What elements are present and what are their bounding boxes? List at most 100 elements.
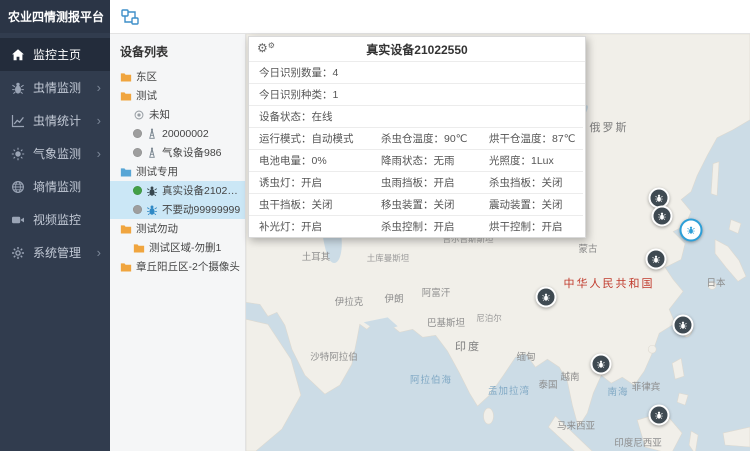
status-dot — [133, 186, 142, 195]
popup-stat-row: 今日识别种类：1 — [249, 83, 585, 105]
device-marker[interactable] — [649, 405, 670, 426]
sidebar-item-label: 监控主页 — [33, 46, 81, 63]
sidebar-item-home[interactable]: 监控主页 — [0, 38, 110, 71]
sun-icon — [11, 147, 25, 161]
popup-status-cell: 运行模式：自动模式 — [249, 127, 371, 149]
tree-label: 东区 — [136, 69, 157, 84]
sidebar-item-weather[interactable]: 气象监测 › — [0, 137, 110, 170]
status-dot — [133, 148, 142, 157]
sidebar-item-label: 视频监控 — [33, 211, 81, 228]
video-icon — [11, 213, 25, 227]
tree-label: 20000002 — [162, 128, 209, 140]
device-info-popup: ⚙⚙ 真实设备21022550 今日识别数量：4今日识别种类：1设备状态：在线 … — [248, 36, 586, 238]
popup-status-cell: 补光灯：开启 — [249, 215, 371, 237]
sidebar-item-system[interactable]: 系统管理 › — [0, 236, 110, 269]
popup-status-cell: 烘干控制：开启 — [479, 215, 583, 237]
tree-group[interactable]: 测试勿动 — [110, 219, 245, 238]
tree-device[interactable]: 真实设备21022550 — [110, 181, 245, 200]
tree-label: 未知 — [149, 107, 170, 122]
tree-group[interactable]: 章丘阳丘区-2个摄像头 — [110, 257, 245, 276]
content: 设备列表 东区测试未知20000002气象设备986测试专用真实设备210225… — [110, 34, 750, 451]
tree-group[interactable]: 测试 — [110, 86, 245, 105]
tree-label: 测试勿动 — [136, 221, 178, 236]
tree-label: 测试区域-勿删1 — [149, 240, 221, 255]
station-icon — [146, 147, 158, 159]
settings-gears-icon[interactable]: ⚙⚙ — [257, 40, 275, 57]
topbar — [110, 0, 750, 34]
chevron-right-icon: › — [97, 114, 101, 127]
sidebar-item-stats[interactable]: 虫情统计 › — [0, 104, 110, 137]
tree-group[interactable]: 东区 — [110, 67, 245, 86]
bug-icon — [146, 204, 158, 216]
folder-icon — [120, 166, 132, 178]
tree-label: 测试 — [136, 88, 157, 103]
popup-status-cell: 杀虫挡板：关闭 — [479, 171, 583, 193]
chevron-right-icon: › — [97, 147, 101, 160]
gear-icon — [11, 246, 25, 260]
tree-device[interactable]: 不要动99999999 — [110, 200, 245, 219]
sidebar-item-insect[interactable]: 虫情监测 › — [0, 71, 110, 104]
sidebar-item-label: 虫情监测 — [33, 79, 81, 96]
device-list-panel: 设备列表 东区测试未知 20000002 气象设备986 测试专用真实设备210225… — [110, 34, 246, 451]
popup-status-cell: 震动装置：关闭 — [479, 193, 583, 215]
tree-label: 测试专用 — [136, 164, 178, 179]
station-icon — [146, 128, 158, 140]
tree-group[interactable]: 测试专用 — [110, 162, 245, 181]
chevron-right-icon: › — [97, 246, 101, 259]
status-dot — [133, 129, 142, 138]
device-marker[interactable] — [591, 354, 612, 375]
device-marker[interactable] — [652, 206, 673, 227]
status-dot — [133, 205, 142, 214]
bug-icon — [11, 81, 25, 95]
folder-icon — [133, 242, 145, 254]
device-tree-toggle-icon[interactable] — [121, 9, 139, 25]
popup-title: 真实设备21022550 — [366, 41, 467, 58]
sidebar-item-label: 系统管理 — [33, 244, 81, 261]
popup-status-cell: 诱虫灯：开启 — [249, 171, 371, 193]
popup-status-cell: 移虫装置：关闭 — [371, 193, 479, 215]
tree-label: 章丘阳丘区-2个摄像头 — [136, 259, 240, 274]
tree-label: 气象设备986 — [162, 145, 222, 160]
tree-group[interactable]: 测试区域-勿删1 — [110, 238, 245, 257]
bug-icon — [146, 185, 158, 197]
sidebar-item-video[interactable]: 视频监控 — [0, 203, 110, 236]
device-status-grid: 运行模式：自动模式杀虫仓温度：90℃烘干仓温度：87℃ 电池电量：0%降雨状态：无… — [249, 127, 585, 237]
sidebar-item-label: 虫情统计 — [33, 112, 81, 129]
popup-status-cell: 虫干挡板：关闭 — [249, 193, 371, 215]
device-list-title: 设备列表 — [110, 34, 245, 67]
sidebar-item-soil[interactable]: 墒情监测 — [0, 170, 110, 203]
device-marker[interactable] — [673, 315, 694, 336]
folder-icon — [120, 223, 132, 235]
popup-header: ⚙⚙ 真实设备21022550 — [249, 37, 585, 61]
folder-icon — [120, 261, 132, 273]
tree-device[interactable]: 气象设备986 — [110, 143, 245, 162]
sidebar-nav: 监控主页虫情监测 › 虫情统计 › 气象监测 › 墒情监测视频监控系统管理 › — [0, 33, 110, 269]
popup-status-cell: 杀虫控制：开启 — [371, 215, 479, 237]
globe-icon — [11, 180, 25, 194]
main-area: 设备列表 东区测试未知20000002气象设备986测试专用真实设备210225… — [110, 0, 750, 451]
chevron-right-icon: › — [97, 81, 101, 94]
tree-label: 不要动99999999 — [162, 202, 240, 217]
folder-icon — [120, 90, 132, 102]
sidebar: 农业四情测报平台 监控主页虫情监测 › 虫情统计 › 气象监测 › 墒情监测视频监控系统管理… — [0, 0, 110, 451]
device-marker[interactable] — [536, 287, 557, 308]
folder-icon — [120, 71, 132, 83]
device-marker[interactable] — [680, 219, 703, 242]
tree-label: 真实设备21022550 — [162, 183, 241, 198]
sidebar-item-label: 气象监测 — [33, 145, 81, 162]
home-icon — [11, 48, 25, 62]
tree-device[interactable]: 20000002 — [110, 124, 245, 143]
sidebar-item-label: 墒情监测 — [33, 178, 81, 195]
tree-device[interactable]: 未知 — [110, 105, 245, 124]
popup-status-cell: 杀虫仓温度：90℃ — [371, 127, 479, 149]
device-marker[interactable] — [646, 249, 667, 270]
popup-stat-row: 今日识别数量：4 — [249, 61, 585, 83]
popup-status-cell: 虫雨挡板：开启 — [371, 171, 479, 193]
device-tree: 东区测试未知 20000002 气象设备986 测试专用真实设备21022550 不要动… — [110, 67, 245, 276]
popup-status-cell: 烘干仓温度：87℃ — [479, 127, 583, 149]
app-window: 农业四情测报平台 监控主页虫情监测 › 虫情统计 › 气象监测 › 墒情监测视频监控系统管理… — [0, 0, 750, 451]
popup-status-cell: 电池电量：0% — [249, 149, 371, 171]
app-title: 农业四情测报平台 — [0, 0, 110, 33]
popup-status-cell: 降雨状态：无雨 — [371, 149, 479, 171]
popup-status-cell: 光照度：1Lux — [479, 149, 583, 171]
